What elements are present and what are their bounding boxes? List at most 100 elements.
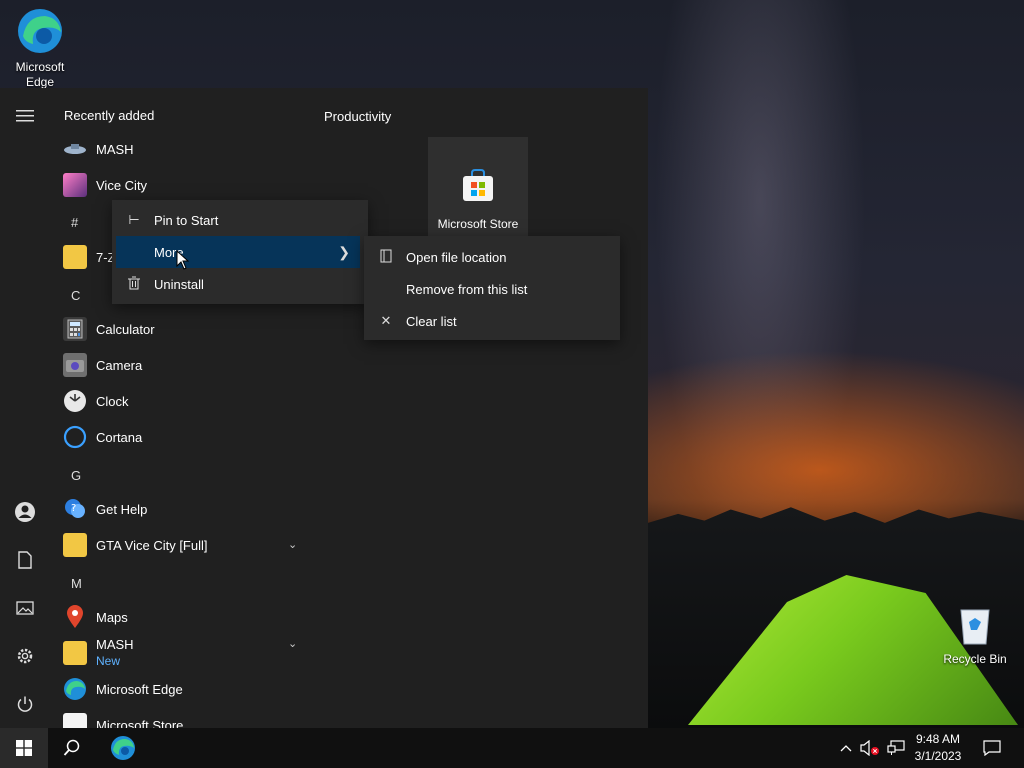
clear-list-item[interactable]: ✕ Clear list bbox=[364, 305, 620, 337]
app-camera[interactable]: Camera bbox=[50, 347, 320, 383]
chevron-down-icon[interactable]: ⌄ bbox=[288, 538, 297, 551]
open-location-icon bbox=[376, 249, 396, 266]
menu-item-label: Uninstall bbox=[154, 276, 204, 292]
power-icon bbox=[17, 696, 33, 712]
app-label: Microsoft Store bbox=[96, 717, 184, 729]
recently-added-heading: Recently added bbox=[64, 108, 155, 123]
menu-item-label: Remove from this list bbox=[406, 281, 528, 297]
search-button[interactable] bbox=[48, 728, 96, 768]
desktop-recycle-bin[interactable]: Recycle Bin bbox=[935, 602, 1015, 667]
tile-microsoft-store[interactable]: Microsoft Store bbox=[428, 137, 528, 237]
productivity-heading: Productivity bbox=[324, 109, 392, 124]
desktop-edge-shortcut[interactable]: Microsoft Edge bbox=[0, 4, 80, 90]
app-context-menu: ⊢ Pin to Start More ❯ Uninstall bbox=[112, 200, 368, 304]
app-vice-city[interactable]: Vice City bbox=[50, 167, 320, 203]
edge-icon bbox=[63, 677, 87, 701]
more-submenu: Open file location Remove from this list… bbox=[364, 236, 620, 340]
mouse-cursor-icon bbox=[176, 250, 190, 270]
app-label: Get Help bbox=[96, 501, 148, 517]
letter-header-c[interactable]: C bbox=[71, 288, 80, 303]
app-calculator[interactable]: Calculator bbox=[50, 311, 320, 347]
app-mash-folder[interactable]: MASH New bbox=[50, 635, 320, 671]
letter-header-m[interactable]: M bbox=[71, 576, 82, 591]
store-icon bbox=[63, 713, 87, 728]
show-hidden-icons-button[interactable] bbox=[836, 728, 856, 768]
remove-from-list-item[interactable]: Remove from this list bbox=[364, 273, 620, 305]
search-icon bbox=[63, 739, 80, 756]
app-mash-recent[interactable]: MASH bbox=[50, 131, 320, 167]
chevron-down-icon[interactable]: ⌄ bbox=[288, 637, 297, 650]
settings-button[interactable] bbox=[0, 636, 50, 676]
store-bag-icon bbox=[463, 169, 493, 201]
app-label: Camera bbox=[96, 357, 143, 373]
pictures-button[interactable] bbox=[0, 588, 50, 628]
app-cortana[interactable]: Cortana bbox=[50, 419, 320, 455]
volume-button[interactable] bbox=[858, 728, 882, 768]
open-file-location-item[interactable]: Open file location bbox=[364, 241, 620, 273]
mash-icon bbox=[63, 137, 87, 161]
expand-menu-button[interactable] bbox=[0, 96, 50, 136]
app-label: Cortana bbox=[96, 429, 143, 445]
tile-label: Microsoft Store bbox=[437, 217, 519, 231]
recycle-bin-label: Recycle Bin bbox=[943, 652, 1007, 666]
more-item[interactable]: More ❯ bbox=[116, 236, 360, 268]
network-icon bbox=[887, 740, 905, 755]
pin-icon: ⊢ bbox=[128, 212, 140, 227]
recycle-bin-icon bbox=[960, 609, 990, 645]
clock-time: 9:48 AM bbox=[915, 732, 961, 746]
folder-icon bbox=[63, 245, 87, 269]
app-microsoft-edge[interactable]: Microsoft Edge bbox=[50, 671, 320, 707]
letter-header-g[interactable]: G bbox=[71, 468, 81, 483]
trash-icon bbox=[124, 276, 144, 293]
menu-item-label: Clear list bbox=[406, 313, 457, 329]
app-label: GTA Vice City [Full] bbox=[96, 537, 208, 553]
cortana-icon bbox=[63, 425, 87, 449]
gear-icon bbox=[17, 648, 33, 664]
app-gta-vice-city-folder[interactable]: GTA Vice City [Full] bbox=[50, 527, 320, 563]
chevron-right-icon: ❯ bbox=[338, 243, 350, 260]
app-label: Maps bbox=[96, 609, 128, 625]
windows-logo-icon bbox=[16, 740, 32, 756]
letter-header-hash[interactable]: # bbox=[71, 215, 78, 230]
edge-icon bbox=[18, 9, 62, 53]
app-microsoft-store-clip: Microsoft Store bbox=[50, 707, 320, 728]
notification-icon bbox=[983, 740, 1001, 756]
app-label: Microsoft Edge bbox=[96, 681, 183, 697]
app-label: Calculator bbox=[96, 321, 155, 337]
clock-icon bbox=[63, 389, 87, 413]
pin-to-start-item[interactable]: ⊢ Pin to Start bbox=[112, 204, 368, 236]
volume-muted-icon bbox=[860, 740, 879, 756]
user-account-button[interactable] bbox=[0, 492, 50, 532]
power-button[interactable] bbox=[0, 684, 50, 724]
hamburger-icon bbox=[16, 110, 34, 122]
new-badge: New bbox=[96, 654, 121, 668]
app-label: Vice City bbox=[96, 177, 148, 193]
chevron-up-icon bbox=[840, 745, 852, 752]
document-icon bbox=[18, 551, 32, 569]
app-maps[interactable]: Maps bbox=[50, 599, 320, 635]
taskbar-edge-button[interactable] bbox=[98, 728, 148, 768]
menu-item-label: Open file location bbox=[406, 249, 507, 265]
folder-icon bbox=[63, 533, 87, 557]
folder-icon bbox=[63, 641, 87, 665]
uninstall-item[interactable]: Uninstall bbox=[112, 268, 368, 300]
maps-icon bbox=[63, 605, 87, 629]
get-help-icon: ? bbox=[63, 497, 87, 521]
desktop-edge-label: Microsoft Edge bbox=[15, 60, 65, 89]
app-label: Clock bbox=[96, 393, 129, 409]
app-microsoft-store[interactable]: Microsoft Store bbox=[50, 707, 320, 728]
action-center-button[interactable] bbox=[976, 728, 1008, 768]
user-icon bbox=[15, 502, 35, 522]
documents-button[interactable] bbox=[0, 540, 50, 580]
menu-item-label: Pin to Start bbox=[154, 212, 219, 228]
app-get-help[interactable]: ? Get Help bbox=[50, 491, 320, 527]
svg-text:?: ? bbox=[71, 503, 76, 514]
app-label: MASH bbox=[96, 637, 134, 652]
camera-icon bbox=[63, 353, 87, 377]
taskbar-clock[interactable]: 9:48 AM 3/1/2023 bbox=[904, 731, 972, 765]
app-clock[interactable]: Clock bbox=[50, 383, 320, 419]
edge-icon bbox=[111, 736, 135, 760]
clock-date: 3/1/2023 bbox=[914, 749, 962, 763]
start-button[interactable] bbox=[0, 728, 48, 768]
close-icon: ✕ bbox=[380, 313, 392, 328]
